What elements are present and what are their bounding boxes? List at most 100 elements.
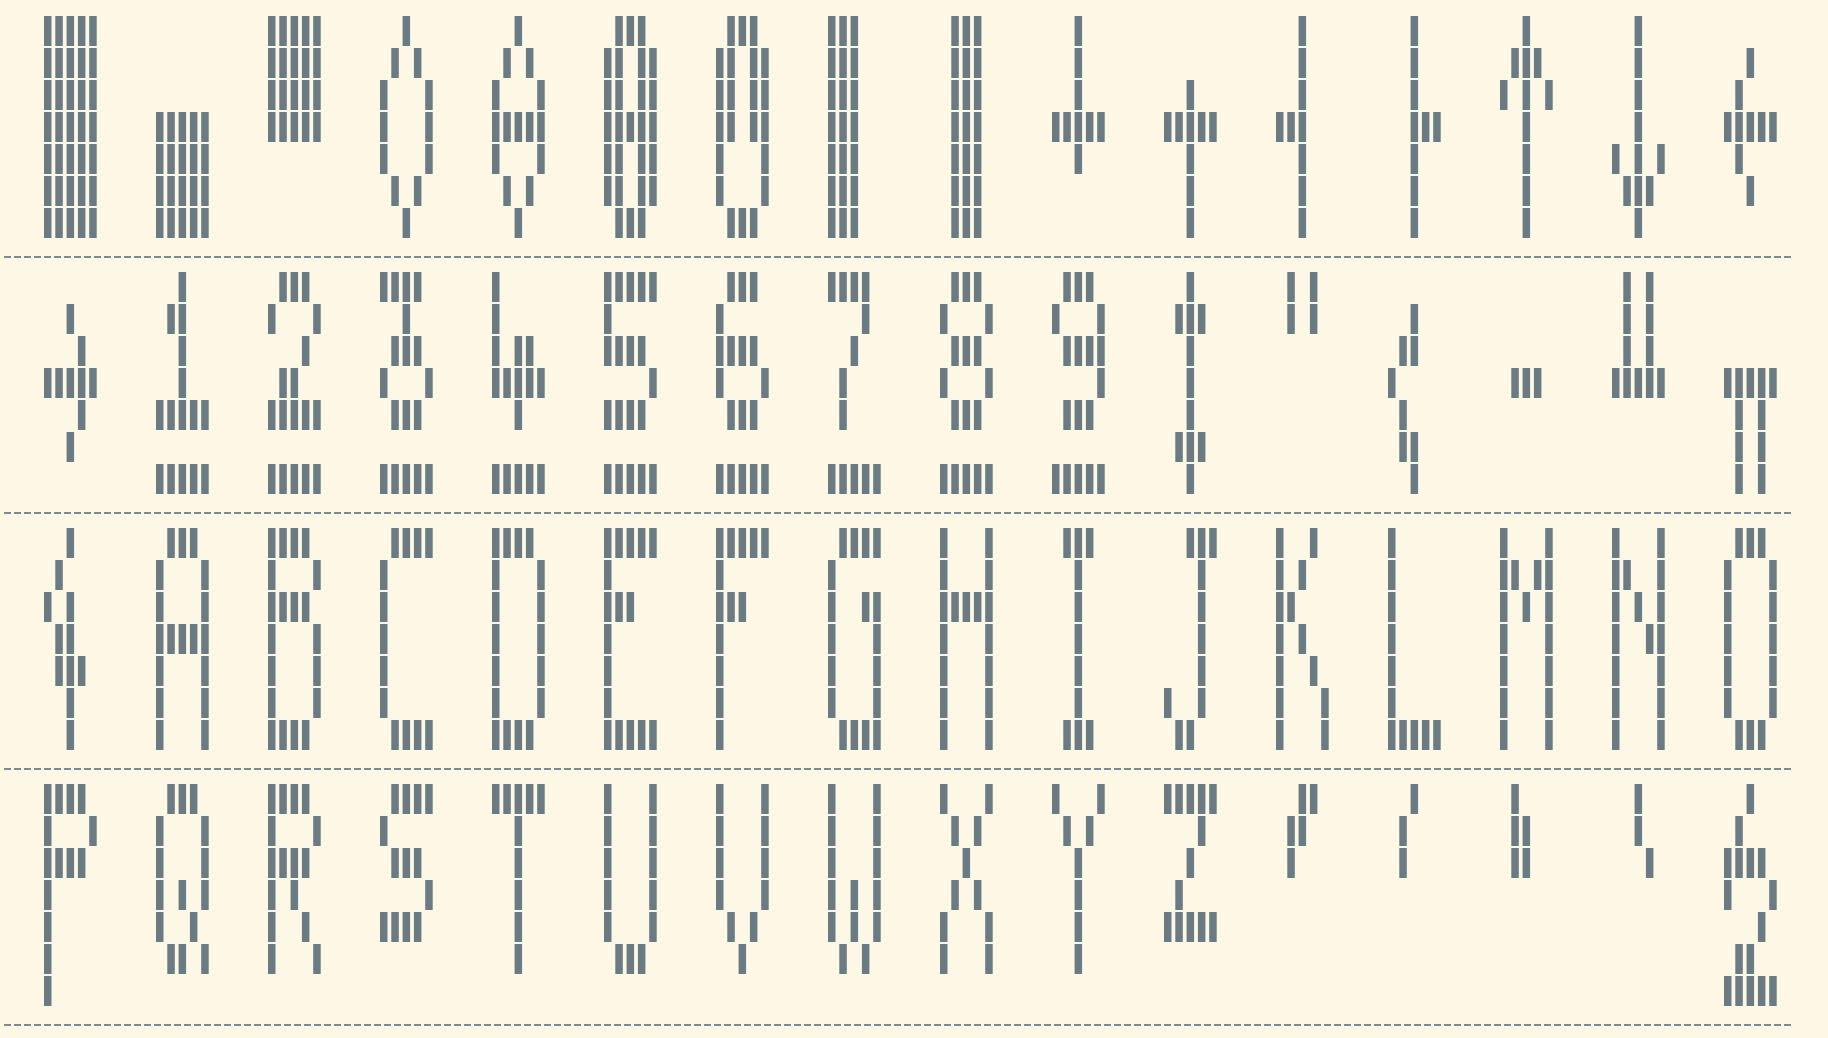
glyph-dot [649,464,657,494]
glyph-dot [940,912,948,942]
glyph-dot [380,368,388,398]
glyph-dot [1186,176,1195,206]
glyph-dot [1186,432,1195,462]
glyph-dot [1522,80,1531,110]
glyph-dot [413,400,422,430]
glyph-dot [604,80,612,110]
glyph-letter-n [1612,528,1665,750]
glyph-dot [1388,560,1396,590]
glyph-dot [716,48,724,78]
glyph-dot [66,432,75,462]
glyph-dot [1175,112,1183,142]
glyph-dot [44,880,52,910]
glyph-dot [1746,976,1755,1006]
glyph-dot [268,912,276,942]
glyph-dot [1623,176,1631,206]
glyph-dot [1769,976,1777,1006]
glyph-dot [761,880,769,910]
glyph-dot [156,880,164,910]
glyph-dot [637,720,646,750]
glyph-dot [1645,272,1654,302]
glyph-dot [1209,528,1217,558]
glyph-dot [962,400,971,430]
glyph-dot [951,16,959,46]
glyph-dot [1186,304,1195,334]
glyph-dot [1511,784,1519,814]
glyph-dot [492,304,500,334]
glyph-dot [89,48,97,78]
glyph-dot [1522,112,1531,142]
glyph-section-sign [1724,784,1777,1006]
glyph-letter-z [1164,784,1217,942]
glyph-dot [1522,208,1531,238]
glyph-dot [189,464,198,494]
glyph-dot [1063,336,1071,366]
glyph-dot [1746,848,1755,878]
glyph-dot [201,688,209,718]
glyph-dot [425,880,433,910]
glyph-dot [1197,688,1206,718]
glyph-dot [1757,400,1766,430]
glyph-dot [66,304,75,334]
glyph-dot [290,784,299,814]
glyph-box-tee-left [1276,16,1307,238]
glyph-dot [537,464,545,494]
glyph-dot [716,560,724,590]
glyph-dot [55,208,63,238]
glyph-dot [828,816,836,846]
glyph-dot [626,400,635,430]
glyph-dot [201,880,209,910]
glyph-dot [189,112,198,142]
glyph-dot [1500,80,1508,110]
glyph-dot [313,304,321,334]
glyph-dot [1399,400,1407,430]
glyph-dot [850,272,859,302]
glyph-dot [1063,816,1071,846]
glyph-dot [525,368,534,398]
glyph-letter-j [1164,528,1217,750]
glyph-dot [1757,912,1766,942]
glyph-dot [839,16,847,46]
glyph-dot [1298,816,1307,846]
glyph-dot [1769,560,1777,590]
glyph-dot [738,208,747,238]
glyph-dot [1612,624,1620,654]
glyph-dot [973,144,982,174]
glyph-dot [1645,624,1654,654]
glyph-dot [1186,528,1195,558]
glyph-dot [604,784,612,814]
glyph-dot [1757,112,1766,142]
glyph-dot [839,720,847,750]
glyph-dot [279,48,287,78]
glyph-dot [514,912,523,942]
glyph-dot [839,464,847,494]
glyph-dot [727,112,735,142]
glyph-letter-p [44,784,97,1006]
glyph-dot [985,464,993,494]
glyph-dot [1724,112,1732,142]
glyph-dot [380,464,388,494]
glyph-dot [828,16,836,46]
glyph-dot [626,592,635,622]
glyph-dot [716,592,724,622]
glyph-dot [962,464,971,494]
glyph-dot [828,560,836,590]
glyph-dot [55,784,63,814]
glyph-letter-x [940,784,993,974]
glyph-dot [940,624,948,654]
glyph-dot [66,208,75,238]
glyph-dot [649,144,657,174]
glyph-dot [873,880,881,910]
glyph-dot [89,208,97,238]
glyph-dot [313,80,321,110]
glyph-dot [44,944,52,974]
glyph-dot [77,400,86,430]
glyph-dot [44,912,52,942]
glyph-dot [279,368,287,398]
glyph-dot [1186,912,1195,942]
glyph-dot [66,592,75,622]
glyph-dot [413,848,422,878]
glyph-dot [1769,656,1777,686]
glyph-dot [178,624,187,654]
glyph-dot [492,784,500,814]
